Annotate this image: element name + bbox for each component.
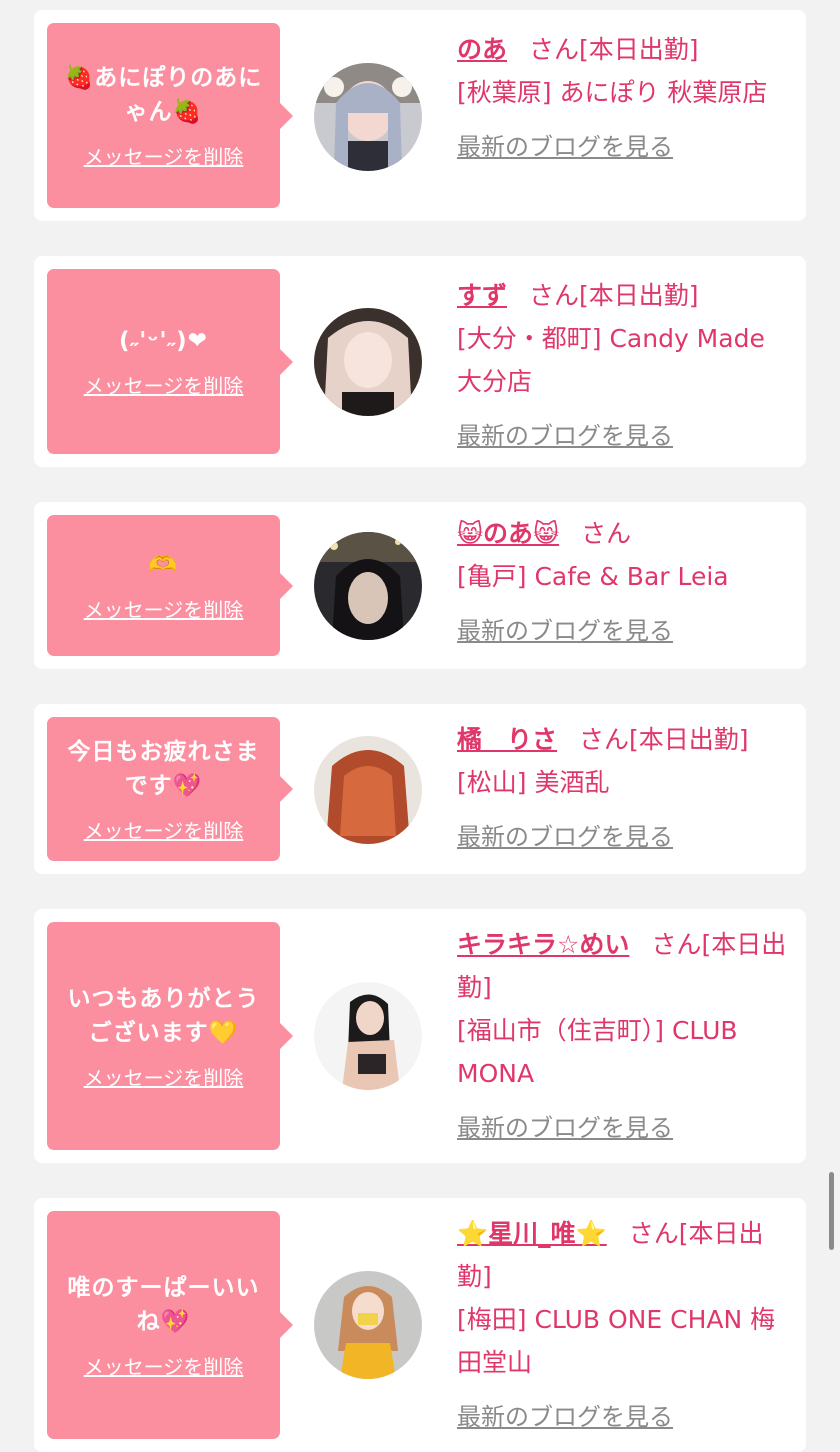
- latest-blog-link[interactable]: 最新のブログを見る: [457, 1396, 797, 1439]
- honorific: さん: [579, 725, 630, 754]
- shift-status: [本日出勤]: [579, 281, 699, 310]
- message-card: 今日もお疲れさまです💖 メッセージを削除 橘 りさ さん[本日出勤] [松山] 美…: [34, 704, 806, 874]
- cast-name-link[interactable]: ⭐星川_唯⭐: [457, 1219, 607, 1248]
- avatar[interactable]: [314, 308, 422, 416]
- honorific: さん: [651, 930, 702, 959]
- delete-message-link[interactable]: メッセージを削除: [84, 1351, 244, 1380]
- shop-name: [亀戸] Cafe & Bar Leia: [457, 562, 729, 591]
- cast-info: キラキラ☆めい さん[本日出勤] [福山市（住吉町）] CLUB MONA 最新の…: [457, 923, 797, 1150]
- message-bubble: 唯のすーぱーいいね💖 メッセージを削除: [47, 1211, 293, 1439]
- message-card: 🍓あにぽりのあにゃん🍓 メッセージを削除 のあ さん[本日出勤] [秋葉原] あに…: [34, 10, 806, 221]
- message-text: 🍓あにぽりのあにゃん🍓: [64, 65, 263, 125]
- message-text: 今日もお疲れさまです💖: [67, 738, 260, 799]
- message-bubble: 🍓あにぽりのあにゃん🍓 メッセージを削除: [47, 23, 293, 208]
- message-bubble: (˶'ᵕ'˶)❤ メッセージを削除: [47, 269, 293, 454]
- cast-info: ⭐星川_唯⭐ さん[本日出勤] [梅田] CLUB ONE CHAN 梅田堂山 最…: [457, 1212, 797, 1439]
- delete-message-link[interactable]: メッセージを削除: [84, 370, 244, 399]
- latest-blog-link[interactable]: 最新のブログを見る: [457, 415, 797, 458]
- latest-blog-link[interactable]: 最新のブログを見る: [457, 610, 797, 653]
- latest-blog-link[interactable]: 最新のブログを見る: [457, 126, 797, 169]
- cast-info: 橘 りさ さん[本日出勤] [松山] 美酒乱 最新のブログを見る: [457, 718, 797, 859]
- cast-name-link[interactable]: のあ: [457, 35, 507, 64]
- honorific: さん: [529, 35, 580, 64]
- profile-photo-icon: [314, 736, 422, 844]
- message-text: (˶'ᵕ'˶)❤: [119, 328, 208, 354]
- avatar[interactable]: [314, 63, 422, 171]
- cast-info: すず さん[本日出勤] [大分・都町] Candy Made 大分店 最新のブログ…: [457, 274, 797, 458]
- shop-name: [秋葉原] あにぽり 秋葉原店: [457, 78, 768, 107]
- cast-name-link[interactable]: 😸のあ😸: [457, 519, 559, 548]
- profile-photo-icon: [314, 532, 422, 640]
- honorific: さん: [529, 281, 580, 310]
- delete-message-link[interactable]: メッセージを削除: [84, 815, 244, 844]
- message-card: 🫶 メッセージを削除 😸のあ😸 さん [亀戸] Cafe & Bar Leia 最…: [34, 502, 806, 669]
- scrollbar[interactable]: [829, 1172, 834, 1250]
- cast-info: のあ さん[本日出勤] [秋葉原] あにぽり 秋葉原店 最新のブログを見る: [457, 28, 797, 169]
- profile-photo-icon: [314, 63, 422, 171]
- avatar[interactable]: [314, 1271, 422, 1379]
- message-text: いつもありがとうございます💛: [67, 985, 260, 1046]
- cast-info: 😸のあ😸 さん [亀戸] Cafe & Bar Leia 最新のブログを見る: [457, 512, 797, 653]
- profile-photo-icon: [314, 1271, 422, 1379]
- message-card: いつもありがとうございます💛 メッセージを削除 キラキラ☆めい さん[本日出勤] …: [34, 909, 806, 1163]
- latest-blog-link[interactable]: 最新のブログを見る: [457, 1107, 797, 1150]
- profile-photo-icon: [314, 982, 422, 1090]
- delete-message-link[interactable]: メッセージを削除: [84, 1062, 244, 1091]
- message-bubble: 今日もお疲れさまです💖 メッセージを削除: [47, 717, 293, 861]
- shift-status: [本日出勤]: [579, 35, 699, 64]
- avatar[interactable]: [314, 736, 422, 844]
- delete-message-link[interactable]: メッセージを削除: [84, 594, 244, 623]
- shop-name: [松山] 美酒乱: [457, 768, 610, 797]
- profile-photo-icon: [314, 308, 422, 416]
- shop-name: [福山市（住吉町）] CLUB MONA: [457, 1016, 738, 1088]
- message-bubble: いつもありがとうございます💛 メッセージを削除: [47, 922, 293, 1150]
- avatar[interactable]: [314, 982, 422, 1090]
- cast-name-link[interactable]: 橘 りさ: [457, 725, 557, 754]
- message-text: 🫶: [148, 552, 179, 578]
- honorific: さん: [628, 1219, 679, 1248]
- avatar[interactable]: [314, 532, 422, 640]
- message-card: (˶'ᵕ'˶)❤ メッセージを削除 すず さん[本日出勤] [大分・都町] Can…: [34, 256, 806, 467]
- message-card: 唯のすーぱーいいね💖 メッセージを削除 ⭐星川_唯⭐ さん[本日出勤] [梅田] …: [34, 1198, 806, 1452]
- delete-message-link[interactable]: メッセージを削除: [84, 141, 244, 170]
- shift-status: [本日出勤]: [629, 725, 749, 754]
- latest-blog-link[interactable]: 最新のブログを見る: [457, 816, 797, 859]
- cast-name-link[interactable]: キラキラ☆めい: [457, 930, 629, 959]
- shop-name: [大分・都町] Candy Made 大分店: [457, 324, 765, 396]
- message-text: 唯のすーぱーいいね💖: [67, 1274, 260, 1335]
- honorific: さん: [581, 519, 632, 548]
- message-bubble: 🫶 メッセージを削除: [47, 515, 293, 656]
- cast-name-link[interactable]: すず: [457, 281, 507, 310]
- shop-name: [梅田] CLUB ONE CHAN 梅田堂山: [457, 1305, 776, 1377]
